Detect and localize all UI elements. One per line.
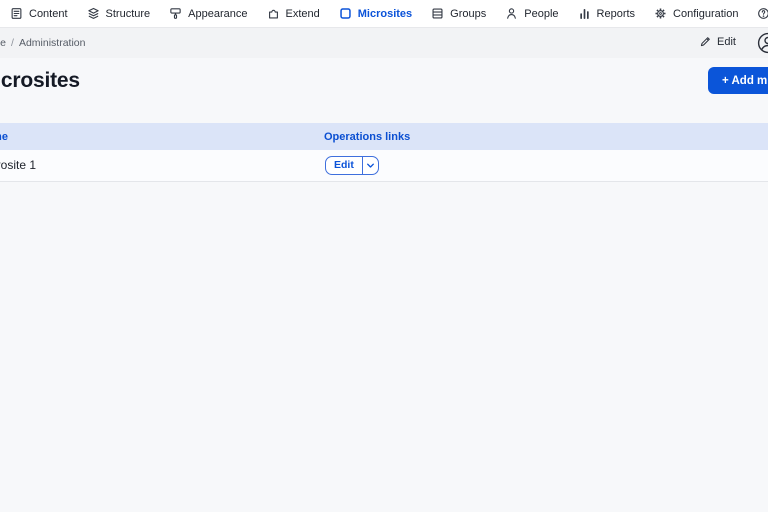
toolbar-item-people[interactable]: People [505, 7, 559, 20]
edit-button[interactable]: Edit [326, 157, 362, 174]
toolbar-item-label: Extend [285, 7, 320, 20]
toolbar-item-appearance[interactable]: Appearance [169, 7, 248, 20]
pencil-icon [699, 35, 712, 48]
breadcrumb-administration[interactable]: Administration [19, 37, 86, 49]
help-icon [757, 7, 768, 20]
toolbar-item-label: Content [29, 7, 68, 20]
toolbar-item-label: People [524, 7, 559, 20]
add-microsite-button[interactable]: + Add microsite [708, 67, 768, 94]
page-content: Home/Administration Edit Microsite [0, 28, 768, 512]
configuration-icon [654, 7, 667, 20]
edit-split-button: Edit [325, 155, 379, 175]
toolbar-item-label: Appearance [188, 7, 248, 20]
toolbar-item-extend[interactable]: Extend [267, 7, 320, 20]
reports-icon [578, 7, 591, 20]
toolbar-item-label: Groups [450, 7, 487, 20]
toolbar-item-label: Reports [596, 7, 636, 20]
content-icon [10, 7, 23, 20]
toolbar-item-configuration[interactable]: Configuration [654, 7, 738, 20]
appearance-icon [169, 7, 182, 20]
breadcrumb-home[interactable]: Home [0, 37, 6, 49]
toolbar-item-label: Microsites [357, 7, 413, 20]
microsites-icon [339, 7, 352, 20]
microsites-table: Name Operations links Microsite 1 Edit [0, 123, 768, 182]
toolbar-item-reports[interactable]: Reports [578, 7, 636, 20]
edit-dropdown-toggle[interactable] [361, 156, 378, 174]
people-icon [505, 7, 518, 20]
toolbar-item-microsites[interactable]: Microsites [339, 7, 412, 20]
structure-icon [87, 7, 100, 20]
topbar: Home / Administration Edit [0, 28, 768, 58]
extend-icon [267, 7, 280, 20]
title-row: Microsites + Add microsite [0, 58, 768, 123]
operations-cell: Edit [324, 150, 768, 182]
table-row: Microsite 1 Edit [0, 150, 768, 182]
toolbar-item-content[interactable]: Content [10, 7, 68, 20]
user-avatar[interactable] [757, 32, 768, 54]
toolbar-item-structure[interactable]: Structure [87, 7, 151, 20]
admin-toolbar: Content Structure Appearance Extend Micr… [0, 0, 768, 28]
toolbar-item-help[interactable]: Help [757, 7, 768, 20]
chevron-down-icon [366, 162, 375, 169]
toolbar-item-label: Configuration [673, 7, 739, 20]
groups-icon [431, 7, 444, 20]
column-header-name: Name [0, 123, 324, 150]
page-title: Microsites [0, 69, 80, 92]
microsite-name-cell: Microsite 1 [0, 150, 324, 182]
breadcrumb-separator: / [11, 37, 14, 49]
table-header-row: Name Operations links [0, 123, 768, 150]
toolbar-item-label: Structure [105, 7, 151, 20]
column-header-operations: Operations links [324, 123, 768, 150]
page-edit-link[interactable]: Edit [699, 35, 736, 48]
breadcrumb: Home / Administration [0, 37, 85, 49]
toolbar-item-groups[interactable]: Groups [431, 7, 486, 20]
page-edit-label: Edit [717, 35, 736, 48]
account-circle-icon [757, 32, 768, 54]
